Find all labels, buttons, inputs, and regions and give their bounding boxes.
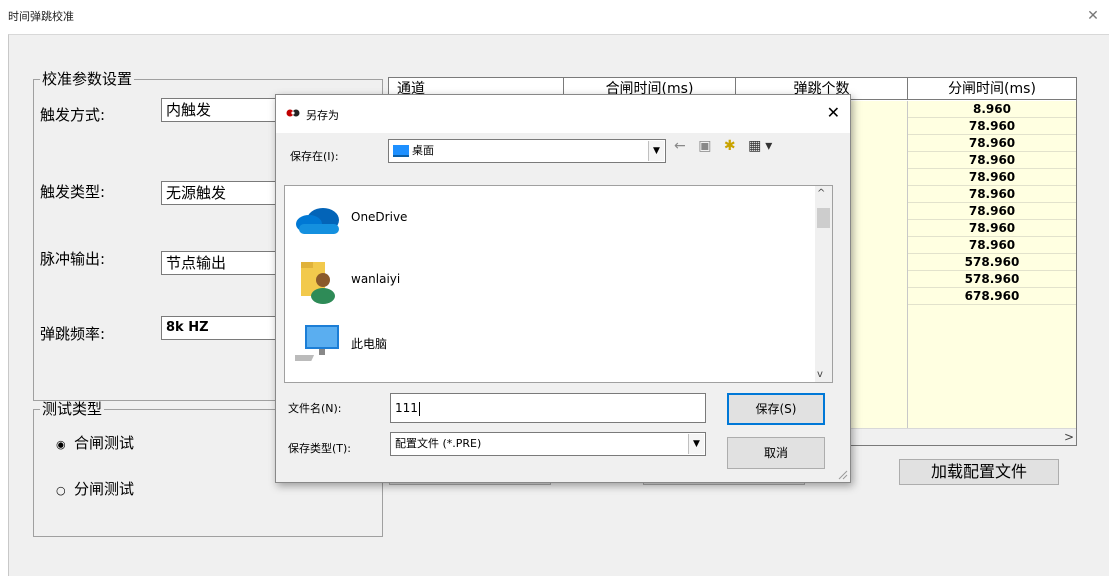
scroll-down-icon[interactable]: v (817, 369, 823, 380)
back-arrow-icon[interactable]: ← (674, 138, 690, 154)
table-cell[interactable]: 8.960 (908, 101, 1076, 118)
text-caret (418, 401, 420, 416)
filetype-value: 配置文件 (*.PRE) (395, 437, 482, 450)
table-cell[interactable]: 78.960 (908, 186, 1076, 203)
table-cell[interactable]: 78.960 (908, 203, 1076, 220)
load-config-button[interactable]: 加载配置文件 (899, 459, 1059, 485)
table-cell[interactable]: 78.960 (908, 169, 1076, 186)
table-cell[interactable]: 678.960 (908, 288, 1076, 305)
scroll-right-icon[interactable]: > (1064, 429, 1074, 445)
trigger-type-combo[interactable]: 无源触发 (161, 181, 281, 205)
list-item[interactable]: wanlaiyi (293, 258, 793, 306)
column-header-open-time[interactable]: 分闸时间(ms) (908, 78, 1076, 100)
filetype-combo[interactable]: 配置文件 (*.PRE) ▼ (390, 432, 706, 456)
save-in-label: 保存在(I): (290, 150, 339, 163)
onedrive-cloud-icon (296, 208, 339, 234)
pulse-output-combo[interactable]: 节点输出 (161, 251, 281, 275)
user-folder-icon (301, 262, 335, 304)
open-test-label: 分闸测试 (74, 480, 135, 498)
table-cell[interactable]: 578.960 (908, 271, 1076, 288)
dialog-titlebar[interactable]: 另存为 ✕ (276, 95, 850, 133)
view-menu-icon[interactable]: ▦▾ (748, 138, 776, 154)
table-cell[interactable]: 78.960 (908, 152, 1076, 169)
main-titlebar[interactable]: 时间弹跳校准 ✕ (0, 0, 1109, 34)
table-cell[interactable]: 78.960 (908, 118, 1076, 135)
radio-unselected-icon: ○ (56, 484, 66, 497)
test-type-legend: 测试类型 (40, 400, 105, 418)
save-as-dialog: 另存为 ✕ 保存在(I): 桌面 ▼ ← ▣ ✱ ▦▾ OneDrive wan… (275, 94, 851, 483)
this-pc-label: 此电脑 (351, 337, 388, 351)
list-item[interactable]: 此电脑 (293, 321, 793, 369)
dialog-title: 另存为 (306, 109, 339, 122)
bounce-frequency-label: 弹跳频率: (40, 325, 106, 343)
calibration-settings-legend: 校准参数设置 (40, 70, 135, 88)
cancel-button[interactable]: 取消 (727, 437, 825, 469)
dialog-close-icon[interactable]: ✕ (827, 103, 840, 122)
desktop-icon (393, 145, 409, 157)
computer-icon (295, 325, 339, 361)
table-cell[interactable]: 78.960 (908, 135, 1076, 152)
window-close-icon[interactable]: ✕ (1083, 6, 1103, 26)
save-button[interactable]: 保存(S) (727, 393, 825, 425)
radio-selected-icon: ◉ (56, 438, 66, 451)
new-folder-icon[interactable]: ✱ (724, 138, 740, 154)
pulse-output-label: 脉冲输出: (40, 250, 106, 268)
chevron-down-icon[interactable]: ▼ (648, 141, 664, 161)
filename-value: 111 (395, 401, 418, 415)
dialog-toolbar: ← ▣ ✱ ▦▾ (674, 138, 776, 154)
onedrive-label: OneDrive (351, 210, 408, 224)
save-in-value: 桌面 (412, 144, 434, 157)
file-list-scrollbar[interactable]: ^ v (815, 186, 832, 382)
open-time-column: 8.960 78.960 78.960 78.960 78.960 78.960… (908, 101, 1076, 431)
close-test-radio[interactable]: ◉ 合闸测试 (56, 432, 134, 453)
save-in-combo[interactable]: 桌面 ▼ (388, 139, 666, 163)
open-test-radio[interactable]: ○ 分闸测试 (56, 478, 134, 499)
up-folder-icon[interactable]: ▣ (698, 138, 715, 154)
scroll-thumb[interactable] (817, 208, 830, 228)
bounce-frequency-combo[interactable]: 8k HZ (161, 316, 281, 340)
file-list[interactable]: OneDrive wanlaiyi 此电脑 ^ v (284, 185, 833, 383)
filename-label: 文件名(N): (288, 402, 342, 415)
app-icon (286, 109, 300, 117)
trigger-mode-combo[interactable]: 内触发 (161, 98, 281, 122)
filename-input[interactable]: 111 (390, 393, 706, 423)
filetype-label: 保存类型(T): (288, 442, 352, 455)
table-cell[interactable]: 78.960 (908, 220, 1076, 237)
scroll-up-icon[interactable]: ^ (817, 188, 825, 199)
table-cell[interactable]: 78.960 (908, 237, 1076, 254)
table-cell[interactable]: 578.960 (908, 254, 1076, 271)
trigger-mode-label: 触发方式: (40, 106, 106, 124)
close-test-label: 合闸测试 (74, 434, 135, 452)
wanlaiyi-label: wanlaiyi (351, 272, 401, 286)
chevron-down-icon[interactable]: ▼ (688, 434, 704, 454)
window-title: 时间弹跳校准 (8, 10, 74, 23)
list-item[interactable]: OneDrive (293, 196, 793, 244)
resize-grip-icon[interactable] (836, 468, 848, 480)
trigger-type-label: 触发类型: (40, 183, 106, 201)
